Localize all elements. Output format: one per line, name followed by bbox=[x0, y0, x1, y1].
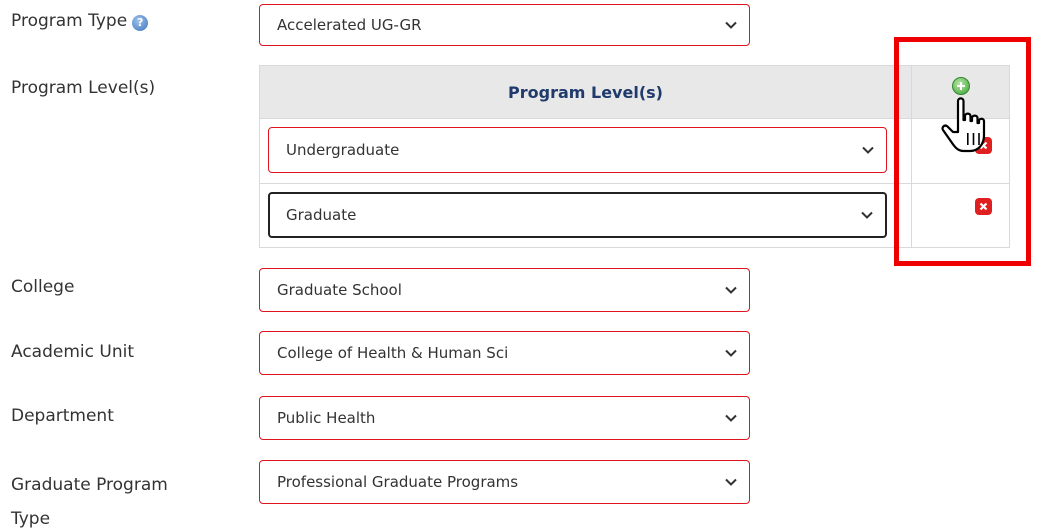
program-level-value-1: Undergraduate bbox=[286, 141, 400, 159]
hand-pointer-cursor-icon bbox=[941, 97, 986, 153]
program-type-value: Accelerated UG-GR bbox=[277, 16, 422, 34]
chevron-down-icon bbox=[723, 474, 739, 490]
program-type-select[interactable]: Accelerated UG-GR bbox=[259, 4, 750, 46]
chevron-down-icon bbox=[723, 282, 739, 298]
chevron-down-icon bbox=[859, 207, 875, 223]
chevron-down-icon bbox=[723, 410, 739, 426]
graduate-program-type-value: Professional Graduate Programs bbox=[277, 473, 519, 491]
program-type-label-text: Program Type bbox=[11, 11, 128, 31]
department-value: Public Health bbox=[277, 409, 376, 427]
program-level-value-2: Graduate bbox=[286, 206, 357, 224]
graduate-program-type-label-line1: Graduate Program bbox=[11, 475, 168, 495]
graduate-program-type-label: Graduate Program Type bbox=[11, 468, 168, 530]
graduate-program-type-select[interactable]: Professional Graduate Programs bbox=[259, 460, 750, 504]
college-select[interactable]: Graduate School bbox=[259, 268, 750, 312]
chevron-down-icon bbox=[860, 142, 876, 158]
program-levels-column-header: Program Level(s) bbox=[508, 83, 663, 102]
department-select[interactable]: Public Health bbox=[259, 396, 750, 440]
program-level-select-1[interactable]: Undergraduate bbox=[268, 127, 887, 173]
college-value: Graduate School bbox=[277, 281, 402, 299]
program-levels-label: Program Level(s) bbox=[11, 78, 156, 98]
academic-unit-select[interactable]: College of Health & Human Sci bbox=[259, 331, 750, 375]
graduate-program-type-label-line2: Type bbox=[11, 509, 51, 529]
academic-unit-value: College of Health & Human Sci bbox=[277, 344, 509, 362]
program-level-select-2[interactable]: Graduate bbox=[268, 192, 887, 238]
chevron-down-icon bbox=[723, 17, 739, 33]
program-type-label: Program Type? bbox=[11, 9, 149, 33]
chevron-down-icon bbox=[723, 345, 739, 361]
question-circle-icon[interactable]: ? bbox=[132, 15, 149, 31]
college-label: College bbox=[11, 277, 75, 297]
department-label: Department bbox=[11, 406, 114, 426]
academic-unit-label: Academic Unit bbox=[11, 342, 134, 362]
